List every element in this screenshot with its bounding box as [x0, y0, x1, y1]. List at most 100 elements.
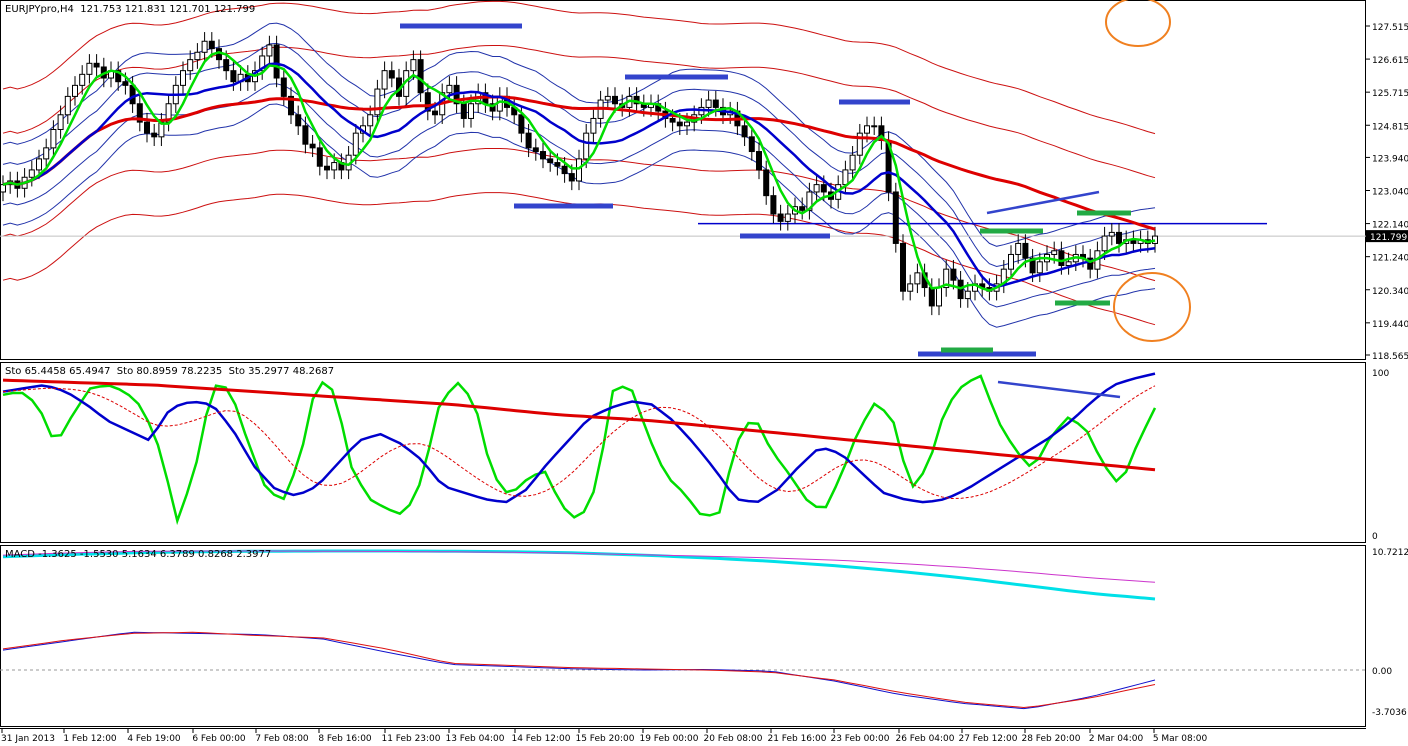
- x-tick-label: 28 Feb 20:00: [1021, 734, 1080, 744]
- candle-up: [64, 95, 71, 116]
- candle-down: [388, 70, 395, 79]
- stoch-y-tick-label: 100: [1372, 369, 1389, 379]
- candle-down: [928, 287, 935, 307]
- price-y-tick-label: 120.340: [1372, 287, 1408, 297]
- candle-up: [1036, 261, 1043, 274]
- candle-down: [309, 143, 316, 149]
- x-tick-label: 27 Feb 12:00: [958, 734, 1017, 744]
- candle-up: [914, 272, 921, 285]
- x-tick-label: 20 Feb 08:00: [703, 734, 762, 744]
- candle-up: [705, 99, 712, 108]
- x-tick-label: 13 Feb 04:00: [445, 734, 504, 744]
- candle-down: [129, 84, 136, 105]
- stoch-y-tick-label: 0: [1372, 532, 1378, 542]
- candle-up: [604, 95, 611, 101]
- price-y-tick-label: 125.715: [1372, 89, 1408, 99]
- x-tick-label: 19 Feb 00:00: [639, 734, 698, 744]
- candle-down: [712, 99, 719, 108]
- x-tick-label: 4 Feb 19:00: [127, 734, 181, 744]
- candle-up: [57, 114, 64, 130]
- candle-up: [331, 162, 338, 171]
- macd-y-tick-label: -3.7036: [1372, 708, 1407, 718]
- candle-down: [561, 165, 568, 175]
- x-tick-label: 14 Feb 12:00: [511, 734, 570, 744]
- candle-down: [432, 110, 438, 116]
- x-tick-label: 23 Feb 00:00: [830, 734, 889, 744]
- candle-down: [540, 151, 546, 160]
- macd-header: MACD -1.3625 -1.5530 5.1634 6.3789 0.826…: [5, 549, 272, 560]
- price-y-tick-label: 122.140: [1372, 221, 1408, 231]
- candle-down: [93, 62, 100, 68]
- candle-up: [590, 117, 597, 134]
- candle-down: [777, 213, 784, 222]
- candle-down: [460, 103, 467, 119]
- candle-up: [352, 132, 359, 156]
- candle-down: [547, 158, 554, 164]
- price-red-envelope: [2, 192, 1156, 326]
- candle-up: [936, 287, 942, 307]
- macd-pane-frame: [0, 545, 1366, 727]
- candle-down: [612, 95, 618, 105]
- candle-down: [892, 191, 899, 244]
- candle-down: [532, 147, 539, 153]
- stoch-header: Sto 65.4458 65.4947 Sto 80.8959 78.2235 …: [5, 366, 335, 377]
- candle-up: [28, 169, 35, 178]
- candle-up: [446, 84, 453, 94]
- candle-up: [43, 147, 50, 160]
- candle-up: [187, 59, 194, 72]
- annotation-circle: [1105, 0, 1171, 47]
- candle-up: [194, 51, 201, 61]
- candle-down: [770, 195, 777, 215]
- candle-down: [676, 121, 683, 127]
- candle-down: [1022, 242, 1029, 259]
- candle-up: [266, 44, 273, 57]
- candle-down: [417, 59, 424, 94]
- macd-y-tick-label: 10.7212: [1372, 548, 1408, 558]
- annotation-trendline: [986, 190, 1100, 215]
- candle-up: [813, 184, 820, 193]
- stoch-signal-dashed: [2, 385, 1156, 500]
- x-tick-label: 11 Feb 23:00: [381, 734, 440, 744]
- candle-down: [324, 165, 330, 171]
- candle-up: [1065, 261, 1072, 266]
- candle-up: [180, 70, 186, 86]
- x-tick-label: 6 Feb 00:00: [192, 734, 246, 744]
- candle-up: [907, 283, 914, 292]
- candle-up: [849, 154, 856, 171]
- candle-down: [144, 121, 150, 134]
- stoch-line-blue: [2, 372, 1156, 504]
- candle-down: [1058, 250, 1065, 266]
- candle-up: [784, 213, 791, 222]
- x-tick-label: 1 Feb 12:00: [63, 734, 117, 744]
- candle-up: [1008, 253, 1014, 270]
- candle-up: [410, 59, 417, 72]
- price-y-tick-label: 126.615: [1372, 56, 1408, 66]
- candle-up: [86, 62, 93, 75]
- candle-down: [568, 173, 575, 182]
- candle-up: [50, 128, 57, 149]
- annotation-circle: [1113, 272, 1191, 342]
- candle-up: [684, 121, 690, 127]
- candle-up: [468, 103, 474, 119]
- candle-up: [842, 169, 849, 186]
- candle-up: [36, 158, 42, 171]
- candle-up: [381, 70, 388, 90]
- candle-up: [1101, 235, 1108, 252]
- price-header: EURJPYpro,H4 121.753 121.831 121.701 121…: [5, 4, 256, 15]
- price-y-tick-label: 121.240: [1372, 254, 1408, 264]
- candle-down: [525, 132, 532, 149]
- x-tick-label: 26 Feb 04:00: [895, 734, 954, 744]
- candle-down: [208, 40, 215, 50]
- candle-down: [741, 125, 748, 138]
- candle-down: [273, 44, 280, 79]
- macd-y-tick-label: 0.00: [1372, 667, 1392, 677]
- x-tick-label: 31 Jan 2013: [1, 734, 55, 744]
- x-tick-label: 7 Feb 08:00: [255, 734, 309, 744]
- candle-up: [1051, 250, 1058, 255]
- candle-down: [230, 70, 237, 83]
- candle-down: [280, 77, 287, 97]
- stoch-line-green: [2, 374, 1157, 526]
- candle-up: [1108, 231, 1115, 237]
- candle-down: [1116, 231, 1122, 244]
- candle-up: [864, 125, 870, 134]
